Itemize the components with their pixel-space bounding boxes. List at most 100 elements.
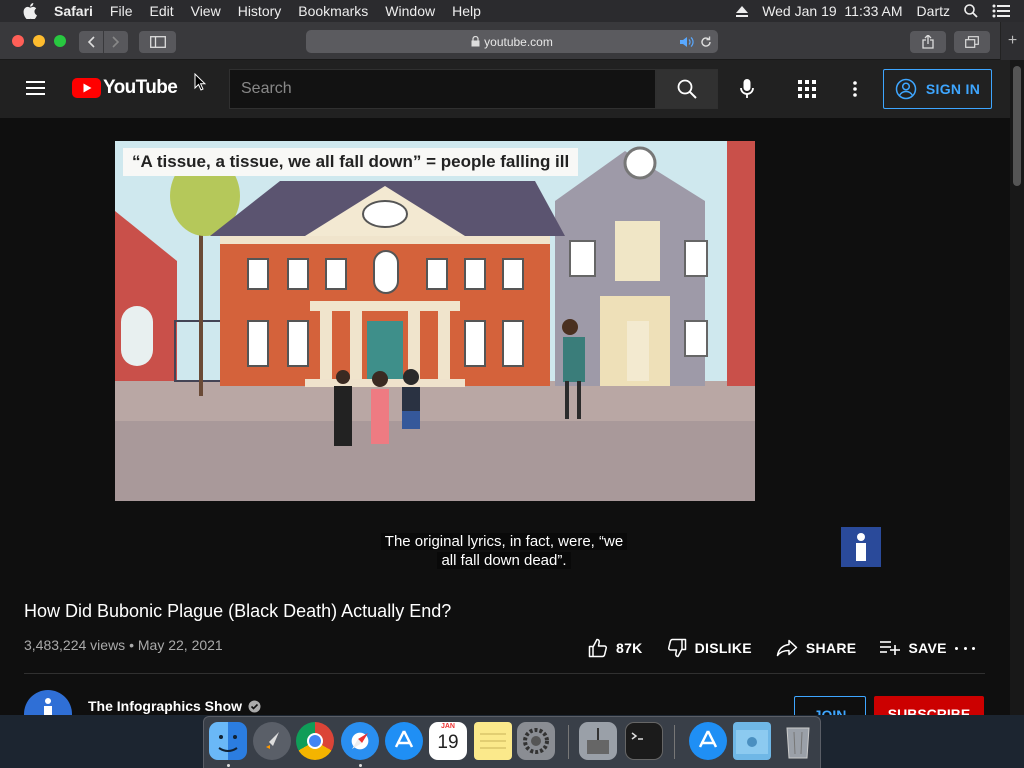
video-frame-caption: “A tissue, a tissue, we all fall down” =… [123, 148, 579, 176]
audio-playing-icon[interactable] [680, 36, 694, 48]
sign-in-button[interactable]: SIGN IN [883, 69, 992, 109]
section-divider [24, 673, 985, 674]
menu-view[interactable]: View [191, 3, 221, 19]
terminal-icon[interactable] [625, 722, 663, 760]
apple-menu-icon[interactable] [20, 0, 40, 22]
new-tab-button[interactable]: + [1000, 22, 1024, 60]
share-arrow-icon [776, 639, 798, 657]
menu-clock[interactable]: Wed Jan 19 11:33 AM [762, 3, 902, 19]
video-player[interactable]: “A tissue, a tissue, we all fall down” =… [115, 141, 755, 501]
app-store-icon[interactable] [385, 722, 423, 760]
menu-history[interactable]: History [238, 3, 282, 19]
zoom-window-button[interactable] [54, 35, 66, 47]
video-title: How Did Bubonic Plague (Black Death) Act… [24, 601, 452, 621]
dock-separator [674, 725, 675, 759]
settings-menu-button[interactable] [843, 77, 867, 101]
safari-icon[interactable] [341, 722, 379, 760]
search-input[interactable] [241, 80, 655, 98]
share-button[interactable]: SHARE [776, 639, 857, 657]
forward-button[interactable] [104, 31, 128, 53]
chevron-left-icon [87, 36, 95, 48]
menu-help[interactable]: Help [452, 3, 481, 19]
finder-icon[interactable] [209, 722, 247, 760]
channel-avatar[interactable] [24, 690, 72, 715]
apps-grid-icon [798, 80, 816, 98]
subtitle-line-2: all fall down dead”. [437, 552, 571, 569]
trash-icon[interactable] [779, 722, 817, 760]
save-label: SAVE [908, 640, 947, 656]
app-store-download-icon[interactable] [689, 722, 727, 760]
join-label: JOIN [813, 707, 847, 715]
calendar-icon[interactable]: JAN 19 [429, 722, 467, 760]
meta-separator: • [129, 637, 134, 653]
subscribe-button[interactable]: SUBSCRIBE [874, 696, 984, 715]
macos-menu-bar: Safari File Edit View History Bookmarks … [0, 0, 1024, 22]
channel-watermark[interactable] [841, 527, 881, 567]
thumbs-up-icon [588, 638, 608, 658]
more-actions-icon[interactable] [955, 640, 975, 656]
calendar-month: JAN [440, 723, 455, 730]
info-logo-icon [44, 698, 52, 715]
channel-name[interactable]: The Infographics Show [88, 698, 261, 714]
dislike-button[interactable]: DISLIKE [667, 638, 752, 658]
launchpad-icon[interactable] [253, 722, 291, 760]
address-bar[interactable]: youtube.com [306, 30, 718, 53]
channel-name-text: The Infographics Show [88, 698, 243, 714]
thumbs-down-icon [667, 638, 686, 658]
info-logo-icon [856, 533, 866, 561]
chrome-icon[interactable] [296, 722, 334, 760]
search-icon [677, 79, 697, 99]
url-text: youtube.com [484, 34, 553, 49]
like-count: 87K [616, 640, 643, 656]
close-window-button[interactable] [12, 35, 24, 47]
upload-date: May 22, 2021 [137, 637, 223, 653]
sidebar-toggle-button[interactable] [139, 31, 176, 53]
scrollbar-thumb[interactable] [1013, 66, 1021, 186]
hamburger-menu-icon[interactable] [26, 80, 46, 96]
safari-running-indicator [359, 764, 362, 767]
video-meta: 3,483,224 views • May 22, 2021 [24, 637, 223, 653]
back-button[interactable] [79, 31, 103, 53]
minimize-window-button[interactable] [33, 35, 45, 47]
menu-edit[interactable]: Edit [149, 3, 173, 19]
system-preferences-icon[interactable] [517, 722, 555, 760]
eject-icon[interactable] [736, 5, 749, 17]
disk-utility-icon[interactable] [579, 722, 617, 760]
account-circle-icon [895, 78, 917, 100]
menu-user[interactable]: Dartz [917, 3, 950, 19]
youtube-logo-text: YouTube [103, 77, 178, 98]
save-button[interactable]: SAVE [880, 640, 946, 656]
mouse-cursor-icon [194, 73, 206, 91]
youtube-logo[interactable]: YouTube [72, 77, 178, 99]
chevron-right-icon [112, 36, 120, 48]
lock-icon [471, 36, 480, 47]
share-label: SHARE [805, 640, 857, 656]
share-icon [922, 35, 934, 49]
menu-file[interactable]: File [110, 3, 133, 19]
menu-app-name[interactable]: Safari [54, 3, 93, 19]
search-button[interactable] [656, 69, 718, 109]
spotlight-search-icon[interactable] [964, 4, 978, 18]
search-bar[interactable] [229, 69, 656, 109]
menu-window[interactable]: Window [385, 3, 435, 19]
subscribe-label: SUBSCRIBE [887, 706, 971, 715]
dock-separator [568, 725, 569, 759]
notes-icon[interactable] [474, 722, 512, 760]
tab-overview-button[interactable] [954, 31, 990, 53]
downloads-folder-icon[interactable] [733, 722, 771, 760]
playlist-add-icon [880, 641, 901, 655]
verified-check-icon [248, 700, 261, 712]
subtitle-line-1: The original lyrics, in fact, were, “we [380, 533, 628, 550]
notification-center-icon[interactable] [992, 4, 1010, 18]
sidebar-icon [149, 36, 166, 48]
join-button[interactable]: JOIN [794, 696, 866, 715]
menu-bookmarks[interactable]: Bookmarks [298, 3, 368, 19]
sign-in-label: SIGN IN [925, 81, 981, 97]
voice-search-button[interactable] [735, 77, 759, 101]
apps-button[interactable] [795, 77, 819, 101]
reload-icon[interactable] [700, 36, 712, 48]
calendar-day: 19 [437, 732, 459, 753]
like-button[interactable]: 87K [588, 638, 643, 658]
share-toolbar-button[interactable] [910, 31, 946, 53]
page-scrollbar[interactable] [1010, 60, 1024, 715]
